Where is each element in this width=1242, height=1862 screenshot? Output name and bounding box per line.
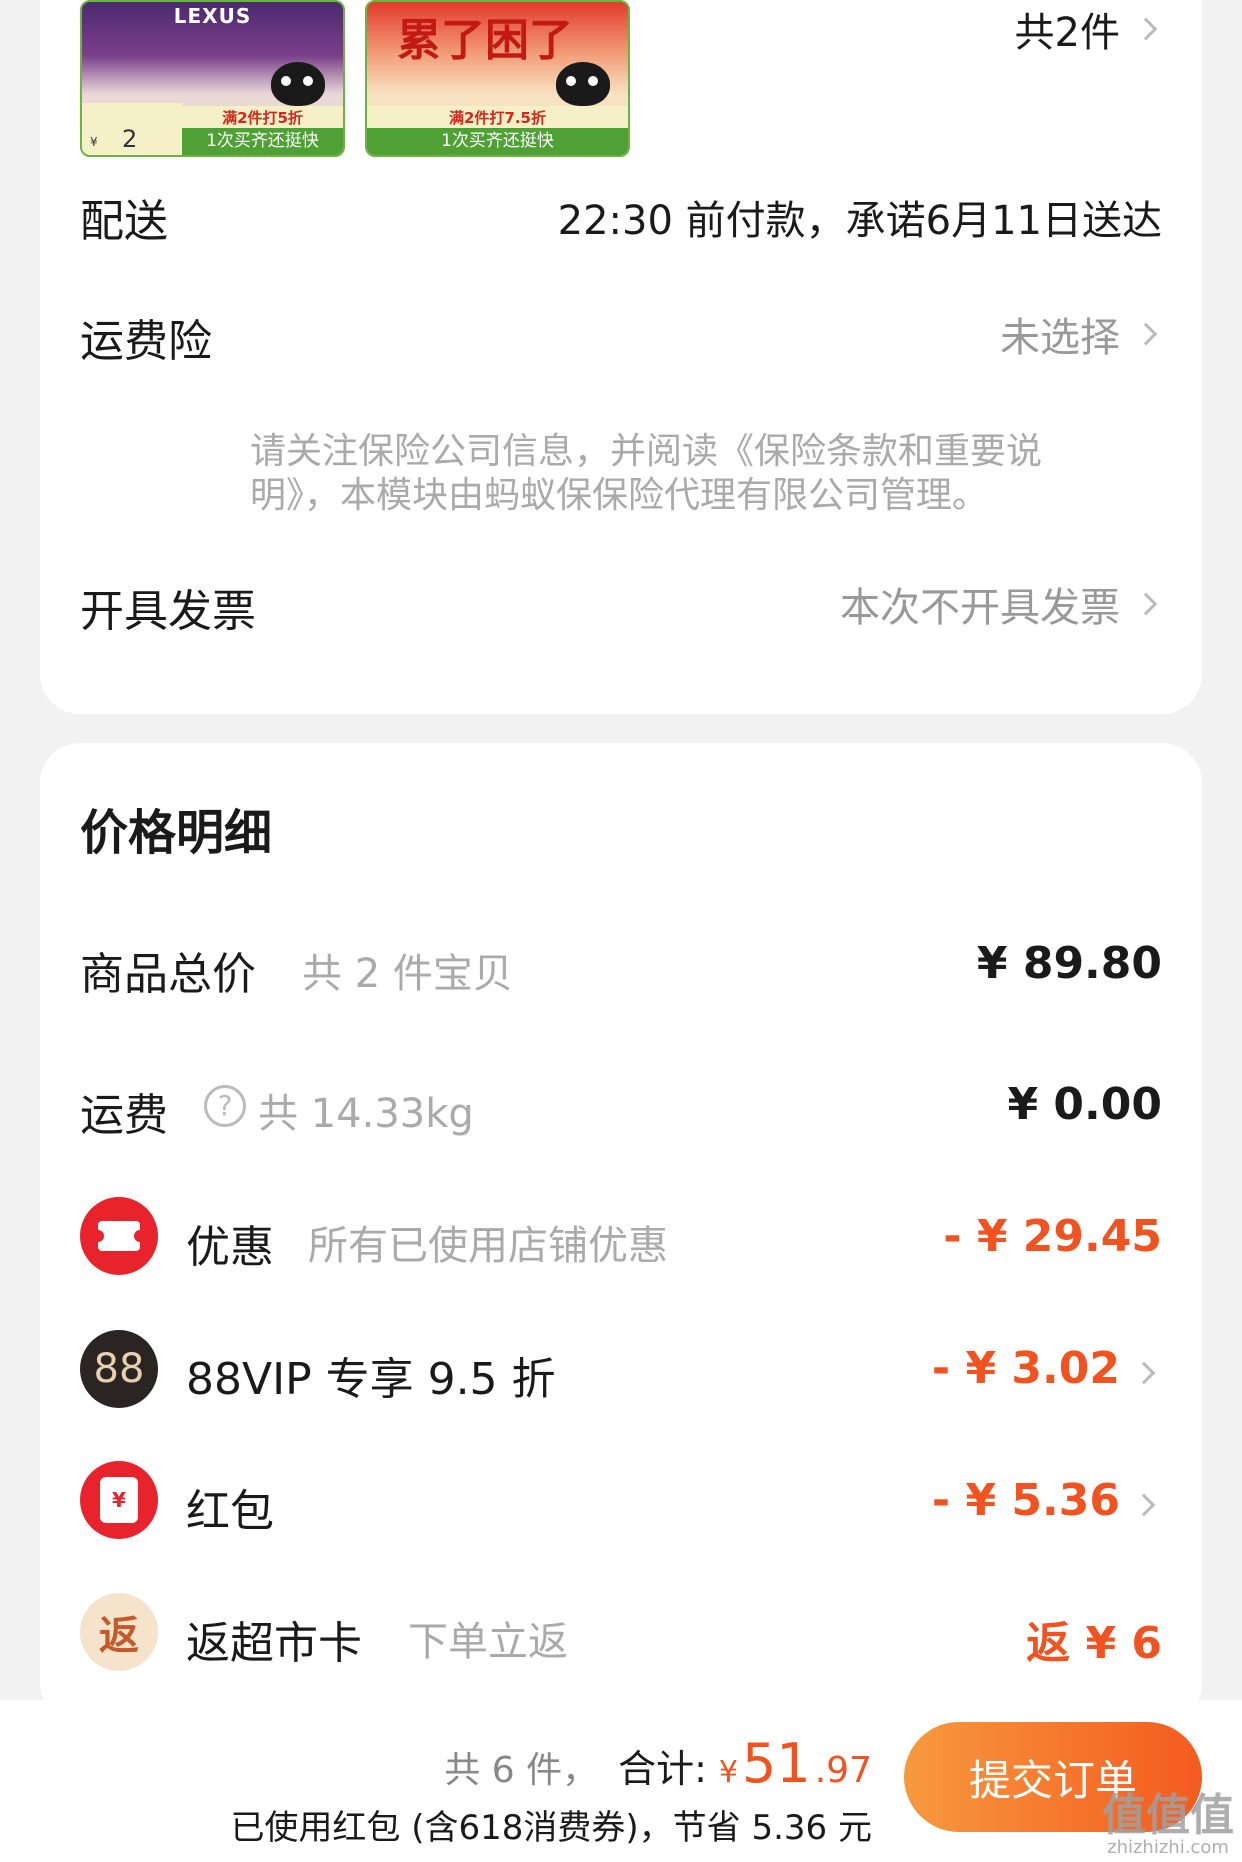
savings-text: 已使用红包 (含618消费券)，节省 5.36 元 (230, 1808, 872, 1848)
cashback-sub: 下单立返 (408, 1619, 568, 1665)
chevron-right-icon (1134, 322, 1158, 346)
total-line: 共 6 件， 合计: ¥ 51 .97 (444, 1732, 872, 1795)
invoice-selector[interactable]: 本次不开具发票 (840, 575, 1162, 633)
product-image-1[interactable]: LEXUS 满2件打5折 1次买齐还挺快 ¥ 2 (80, 0, 345, 157)
invoice-label: 开具发票 (80, 586, 256, 637)
product-price: 2 (122, 125, 138, 153)
watermark-sub: zhizhizhi.com (1107, 1837, 1229, 1858)
help-icon[interactable]: ? (204, 1085, 246, 1127)
product-thumbnails[interactable]: LEXUS 满2件打5折 1次买齐还挺快 ¥ 2 累了困了 满2件打7.5折 1… (80, 0, 630, 157)
insurance-selector[interactable]: 未选择 (1000, 305, 1162, 363)
item-count-text: 共2件 (1014, 10, 1120, 56)
shipping-sub: 共 14.33kg (258, 1091, 474, 1137)
product-strip: 1次买齐还挺快 (367, 128, 628, 155)
tmall-cat-icon (556, 62, 610, 106)
shipping-value: ¥ 0.00 (1007, 1079, 1163, 1130)
coupon-icon (80, 1197, 158, 1275)
vip-88-icon: 88 (80, 1330, 158, 1408)
total-decimal: .97 (814, 1750, 872, 1791)
invoice-value: 本次不开具发票 (840, 585, 1120, 631)
cashback-value: 返 ¥ 6 (1026, 1618, 1162, 1669)
vip-value[interactable]: - ¥ 3.02 (932, 1343, 1120, 1394)
delivery-value: 22:30 前付款，承诺6月11日送达 (557, 198, 1162, 244)
red-packet-bag: ¥ (100, 1477, 138, 1523)
price-currency: ¥ (90, 135, 98, 149)
total-integer: 51 (742, 1732, 811, 1795)
insurance-value: 未选择 (1000, 315, 1120, 361)
red-packet-icon: ¥ (80, 1461, 158, 1539)
red-packet-value[interactable]: - ¥ 5.36 (932, 1475, 1120, 1526)
product-brand: LEXUS (173, 4, 252, 28)
product-promo: 满2件打5折 (182, 106, 343, 130)
item-count-link[interactable]: 共2件 (1015, 0, 1162, 58)
product-strip: 1次买齐还挺快 (182, 128, 343, 155)
watermark: 值值值 zhizhizhi.com (1102, 1794, 1234, 1858)
discount-value: - ¥ 29.45 (943, 1211, 1162, 1262)
total-currency: ¥ (718, 1755, 739, 1790)
product-price-tag: ¥ 2 (82, 103, 182, 155)
vip-label: 88VIP 专享 9.5 折 (186, 1354, 556, 1405)
tmall-cat-icon (271, 62, 325, 106)
product-headline: 累了困了 (397, 15, 573, 66)
product-promo: 满2件打7.5折 (367, 106, 628, 130)
total-label: 合计: (618, 1747, 707, 1791)
discount-label: 优惠 (186, 1222, 274, 1273)
goods-total-sub: 共 2 件宝贝 (302, 951, 513, 997)
delivery-label: 配送 (80, 196, 168, 247)
chevron-right-icon (1134, 592, 1158, 616)
red-packet-label: 红包 (186, 1486, 274, 1537)
cashback-label: 返超市卡 (186, 1618, 362, 1669)
cashback-icon: 返 (80, 1593, 158, 1671)
price-detail-card: 价格明细 商品总价 共 2 件宝贝 ¥ 89.80 运费 ? 共 14.33kg… (40, 743, 1202, 1723)
discount-sub: 所有已使用店铺优惠 (308, 1223, 668, 1269)
watermark-main: 值值值 (1102, 1790, 1234, 1841)
insurance-label: 运费险 (80, 316, 212, 367)
product-image-2[interactable]: 累了困了 满2件打7.5折 1次买齐还挺快 (365, 0, 630, 157)
checkout-footer: 共 6 件， 合计: ¥ 51 .97 已使用红包 (含618消费券)，节省 5… (0, 1700, 1242, 1862)
order-info-card: LEXUS 满2件打5折 1次买齐还挺快 ¥ 2 累了困了 满2件打7.5折 1… (40, 0, 1202, 714)
chevron-right-icon (1134, 17, 1158, 41)
chevron-right-icon[interactable] (1132, 1493, 1156, 1517)
total-count: 共 6 件， (444, 1750, 599, 1791)
goods-total-value: ¥ 89.80 (976, 938, 1162, 989)
chevron-right-icon[interactable] (1132, 1361, 1156, 1385)
goods-total-label: 商品总价 (80, 949, 256, 1000)
price-detail-title: 价格明细 (80, 805, 273, 861)
insurance-note: 请关注保险公司信息，并阅读《保险条款和重要说明》，本模块由蚂蚁保保险代理有限公司… (250, 431, 1043, 516)
shipping-label: 运费 (80, 1090, 168, 1141)
